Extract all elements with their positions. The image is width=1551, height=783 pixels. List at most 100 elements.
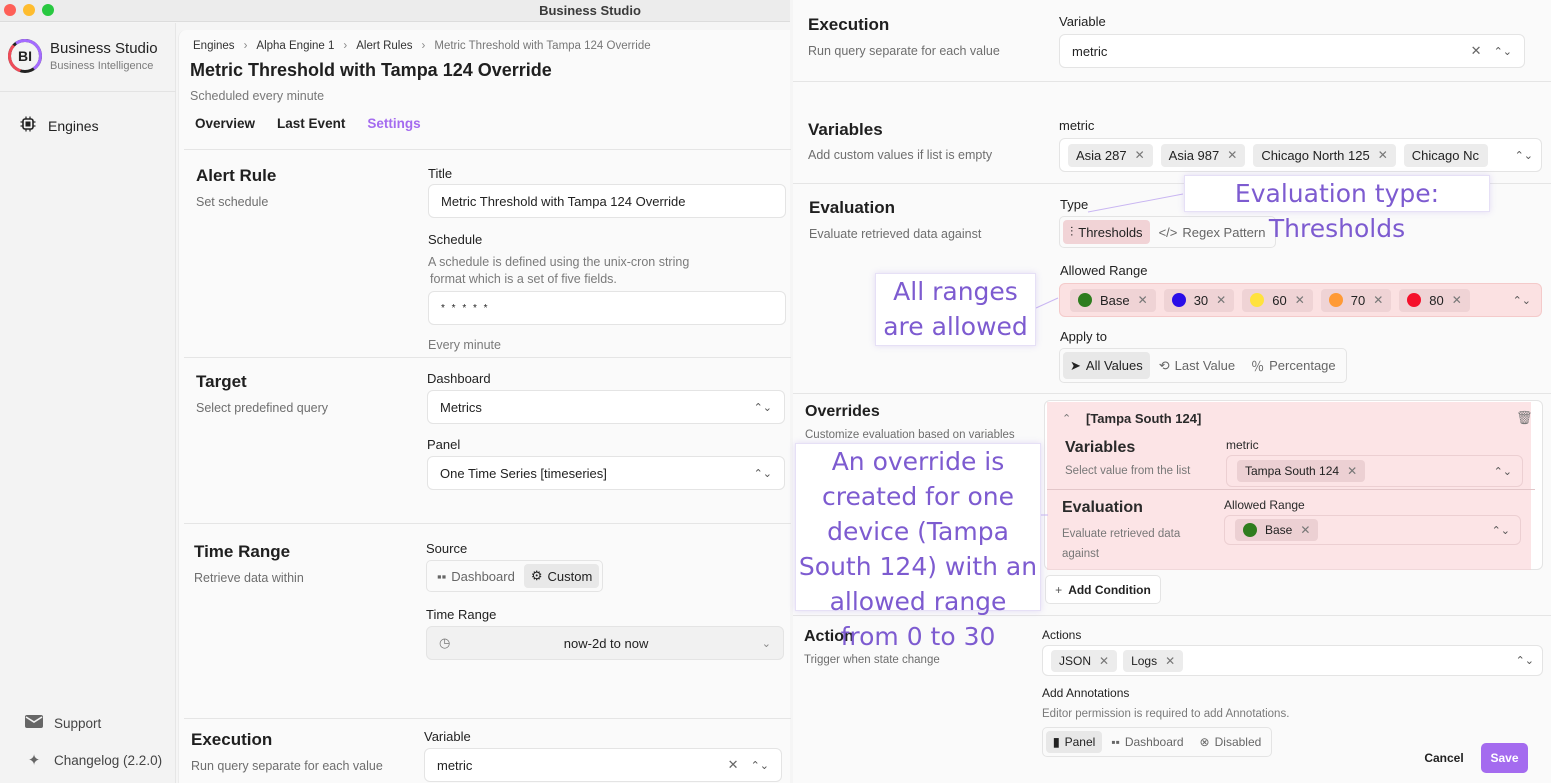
option-label: Last Value: [1174, 358, 1236, 373]
schedule-readable: Every minute: [428, 338, 501, 352]
schedule-input[interactable]: * * * * *: [428, 291, 786, 325]
apply-option-last-value[interactable]: ⟲ Last Value: [1152, 352, 1242, 379]
time-range-label: Time Range: [426, 607, 497, 622]
action-tag: JSON ✕: [1051, 649, 1118, 672]
breadcrumb-current: Metric Threshold with Tampa 124 Override: [434, 40, 651, 52]
section-subtitle: Trigger when state change: [804, 654, 940, 666]
option-label: Percentage: [1269, 358, 1336, 373]
dashboard-select[interactable]: Metrics ⌃⌄: [427, 390, 785, 424]
apply-to-label: Apply to: [1060, 329, 1107, 344]
chevron-up-down-icon: ⌃⌄: [1512, 294, 1531, 307]
breadcrumb: Engines › Alpha Engine 1 › Alert Rules › Me…: [193, 40, 651, 52]
remove-tag-icon[interactable]: ✕: [1216, 293, 1226, 307]
brand-logo: BI: [8, 39, 42, 73]
override-variable-select[interactable]: Tampa South 124 ✕ ⌃⌄: [1226, 455, 1523, 487]
value-tag: Tampa South 124 ✕: [1237, 460, 1366, 482]
brand-subtitle: Business Intelligence: [50, 60, 154, 72]
panel-select[interactable]: One Time Series [timeseries] ⌃⌄: [427, 456, 785, 490]
panel-select-value: One Time Series [timeseries]: [440, 465, 607, 481]
breadcrumb-item[interactable]: Engines: [193, 40, 235, 52]
apply-option-percentage[interactable]: ％ Percentage: [1244, 352, 1343, 379]
trash-icon[interactable]: 🗑: [1516, 410, 1533, 426]
sidebar-item-support[interactable]: Support: [24, 715, 101, 732]
variable-select[interactable]: metric ✕ ⌃⌄: [424, 748, 782, 782]
code-icon: </>: [1158, 224, 1178, 240]
tab-settings[interactable]: Settings: [367, 116, 420, 131]
override-evaluation-subtitle: Evaluate retrieved data against: [1062, 528, 1181, 560]
time-range-picker[interactable]: ◷ now-2d to now ⌄: [426, 626, 784, 660]
remove-tag-icon[interactable]: ✕: [1452, 293, 1462, 307]
annotations-label: Add Annotations: [1042, 686, 1130, 700]
apply-option-all-values[interactable]: ➤ All Values: [1063, 352, 1150, 379]
override-evaluation-title: Evaluation: [1062, 499, 1143, 516]
divider: [793, 393, 1551, 394]
section-subtitle: Set schedule: [196, 195, 269, 209]
tag-label: 80: [1429, 292, 1444, 308]
sliders-icon: ⫶: [1070, 224, 1074, 239]
remove-tag-icon[interactable]: ✕: [1373, 293, 1383, 307]
tag-label: Logs: [1131, 653, 1158, 668]
title-input[interactable]: Metric Threshold with Tampa 124 Override: [428, 184, 786, 218]
remove-tag-icon[interactable]: ✕: [1295, 293, 1305, 307]
annotation-option-dashboard[interactable]: ▪▪ Dashboard: [1104, 731, 1190, 753]
range-tag: Base ✕: [1235, 519, 1319, 541]
clear-icon[interactable]: ✕: [728, 757, 739, 772]
annotations-toggle: ▮ Panel ▪▪ Dashboard ⊗ Disabled: [1042, 727, 1273, 757]
x-circle-icon: ⊗: [1199, 735, 1210, 749]
tag-label: Base: [1100, 292, 1130, 308]
type-option-thresholds[interactable]: ⫶ Thresholds: [1063, 220, 1150, 244]
tab-last-event[interactable]: Last Event: [277, 116, 345, 131]
type-option-regex[interactable]: </> Regex Pattern: [1152, 220, 1273, 244]
sidebar-item-changelog[interactable]: ✦ Changelog (2.2.0): [24, 751, 162, 769]
clear-icon[interactable]: ✕: [1471, 43, 1482, 58]
breadcrumb-item[interactable]: Alert Rules: [356, 40, 412, 52]
percent-icon: ％: [1251, 359, 1265, 374]
remove-tag-icon[interactable]: ✕: [1165, 654, 1175, 668]
chevron-up-down-icon: ⌃⌄: [1514, 149, 1533, 162]
divider: [184, 718, 791, 719]
sidebar-item-engines[interactable]: Engines: [18, 116, 99, 136]
variable-select[interactable]: metric ✕ ⌃⌄: [1059, 34, 1525, 68]
remove-tag-icon[interactable]: ✕: [1135, 148, 1145, 162]
source-toggle: ▪▪ Dashboard ⚙ Custom: [426, 560, 604, 592]
variable-select-value: metric: [1072, 43, 1108, 59]
source-option-custom[interactable]: ⚙ Custom: [523, 564, 600, 588]
tab-overview[interactable]: Overview: [195, 116, 255, 131]
chevron-up-down-icon: ⌃⌄: [750, 760, 769, 772]
remove-tag-icon[interactable]: ✕: [1300, 523, 1310, 537]
cancel-button[interactable]: Cancel: [1413, 743, 1475, 773]
option-label: Panel: [1064, 735, 1096, 749]
remove-tag-icon[interactable]: ✕: [1378, 148, 1388, 162]
envelope-icon: [24, 715, 44, 732]
remove-tag-icon[interactable]: ✕: [1227, 148, 1237, 162]
color-swatch: [1250, 293, 1265, 307]
remove-tag-icon[interactable]: ✕: [1099, 654, 1109, 668]
add-condition-button[interactable]: + Add Condition: [1045, 575, 1161, 604]
actions-multiselect[interactable]: JSON ✕ Logs ✕ ⌃⌄: [1042, 645, 1543, 676]
annotations-hint: Editor permission is required to add Ann…: [1042, 708, 1290, 720]
annotation-option-disabled[interactable]: ⊗ Disabled: [1193, 731, 1269, 753]
allowed-range-label: Allowed Range: [1060, 263, 1148, 278]
allowed-range-multiselect[interactable]: Base ✕ 30 ✕ 60 ✕ 70 ✕ 80 ✕ ⌃⌄: [1059, 283, 1542, 317]
tag-label: 60: [1272, 292, 1287, 308]
source-option-dashboard[interactable]: ▪▪ Dashboard: [430, 564, 522, 588]
variable-label: Variable: [424, 729, 471, 744]
annotation-option-panel[interactable]: ▮ Panel: [1046, 731, 1103, 753]
title-input-value: Metric Threshold with Tampa 124 Override: [441, 193, 686, 209]
color-swatch: [1243, 523, 1257, 537]
remove-tag-icon[interactable]: ✕: [1347, 464, 1357, 478]
metric-values-multiselect[interactable]: Asia 287 ✕ Asia 987 ✕ Chicago North 125 ✕ C…: [1059, 138, 1542, 172]
override-range-select[interactable]: Base ✕ ⌃⌄: [1224, 515, 1521, 545]
tag-label: 70: [1350, 292, 1366, 308]
tag-label: Chicago Nc: [1411, 147, 1479, 163]
save-button[interactable]: Save: [1481, 743, 1528, 773]
brand[interactable]: BI Business Studio Business Intelligence: [8, 39, 158, 73]
remove-tag-icon[interactable]: ✕: [1138, 293, 1148, 307]
divider: [793, 81, 1551, 82]
page-title: Metric Threshold with Tampa 124 Override: [190, 60, 552, 80]
breadcrumb-item[interactable]: Alpha Engine 1: [256, 40, 334, 52]
plus-icon: +: [1055, 582, 1063, 597]
schedule-input-value: * * * * *: [441, 302, 490, 314]
chevron-up-icon[interactable]: ⌃: [1062, 412, 1071, 425]
divider: [184, 357, 791, 358]
